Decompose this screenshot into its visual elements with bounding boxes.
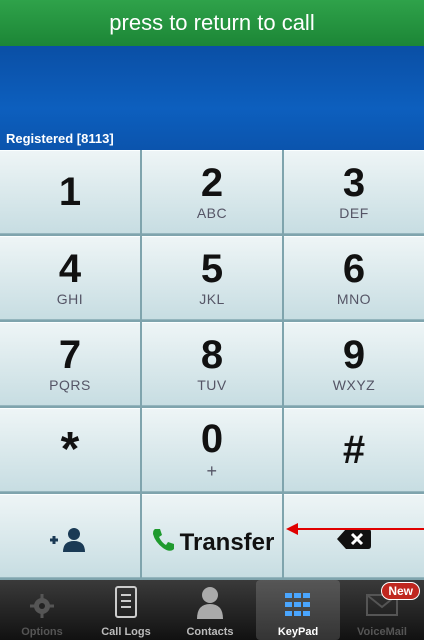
key-digit: 2 <box>200 161 224 205</box>
annotation-arrow <box>286 523 424 535</box>
tab-keypad[interactable]: KeyPad <box>256 580 340 640</box>
key-digit: 6 <box>342 247 366 291</box>
key-5[interactable]: 5 JKL <box>142 236 282 320</box>
return-to-call-label: press to return to call <box>109 10 315 35</box>
tab-label: VoiceMail <box>357 626 407 638</box>
transfer-button[interactable]: Transfer <box>142 494 282 578</box>
key-0[interactable]: 0 + <box>142 408 282 492</box>
tab-voicemail[interactable]: New VoiceMail <box>340 580 424 640</box>
key-letters: DEF <box>339 205 369 221</box>
key-digit: 0 <box>200 416 224 461</box>
gear-icon <box>29 593 55 624</box>
tab-options[interactable]: Options <box>0 580 84 640</box>
key-1[interactable]: 1 <box>0 150 140 234</box>
key-4[interactable]: 4 GHI <box>0 236 140 320</box>
add-contact-icon <box>48 527 92 558</box>
call-logs-icon <box>113 585 139 624</box>
key-digit: 9 <box>342 333 366 377</box>
key-9[interactable]: 9 WXYZ <box>284 322 424 406</box>
transfer-label: Transfer <box>179 528 275 556</box>
key-7[interactable]: 7 PQRS <box>0 322 140 406</box>
key-letters: PQRS <box>49 377 91 393</box>
key-letters: JKL <box>199 291 225 307</box>
tab-label: KeyPad <box>277 626 319 638</box>
key-letters: MNO <box>336 291 372 307</box>
key-star[interactable]: * <box>0 408 140 492</box>
tab-contacts[interactable]: Contacts <box>168 580 252 640</box>
key-digit: * <box>60 423 80 476</box>
keypad: 1 2 ABC 3 DEF 4 GHI 5 JKL 6 MNO 7 PQRS 8… <box>0 150 424 580</box>
tab-label: Options <box>21 626 63 638</box>
key-letters: GHI <box>56 291 84 307</box>
phone-icon <box>150 527 176 558</box>
key-8[interactable]: 8 TUV <box>142 322 282 406</box>
key-digit: 4 <box>58 247 82 291</box>
registration-status: Registered [8113] <box>6 131 114 146</box>
key-digit: 5 <box>200 247 224 291</box>
key-digit: 7 <box>58 333 82 377</box>
key-letters: + <box>206 460 218 481</box>
key-letters: TUV <box>197 377 227 393</box>
key-digit: # <box>342 428 366 472</box>
key-3[interactable]: 3 DEF <box>284 150 424 234</box>
keypad-icon <box>283 591 313 624</box>
tab-label: Call Logs <box>101 626 151 638</box>
key-hash[interactable]: # <box>284 408 424 492</box>
tab-label: Contacts <box>186 626 234 638</box>
key-letters: ABC <box>196 205 228 221</box>
backspace-button[interactable] <box>284 494 424 578</box>
new-badge: New <box>381 582 420 600</box>
key-digit: 3 <box>342 161 366 205</box>
key-digit: 1 <box>58 170 82 214</box>
tab-call-logs[interactable]: Call Logs <box>84 580 168 640</box>
key-digit: 8 <box>200 333 224 377</box>
dial-display: Registered [8113] <box>0 46 424 150</box>
tab-bar: Options Call Logs Contacts KeyPad New Vo… <box>0 580 424 640</box>
return-to-call-bar[interactable]: press to return to call <box>0 0 424 46</box>
contact-icon <box>195 585 225 624</box>
key-6[interactable]: 6 MNO <box>284 236 424 320</box>
key-2[interactable]: 2 ABC <box>142 150 282 234</box>
key-letters: WXYZ <box>332 377 376 393</box>
add-contact-button[interactable] <box>0 494 140 578</box>
